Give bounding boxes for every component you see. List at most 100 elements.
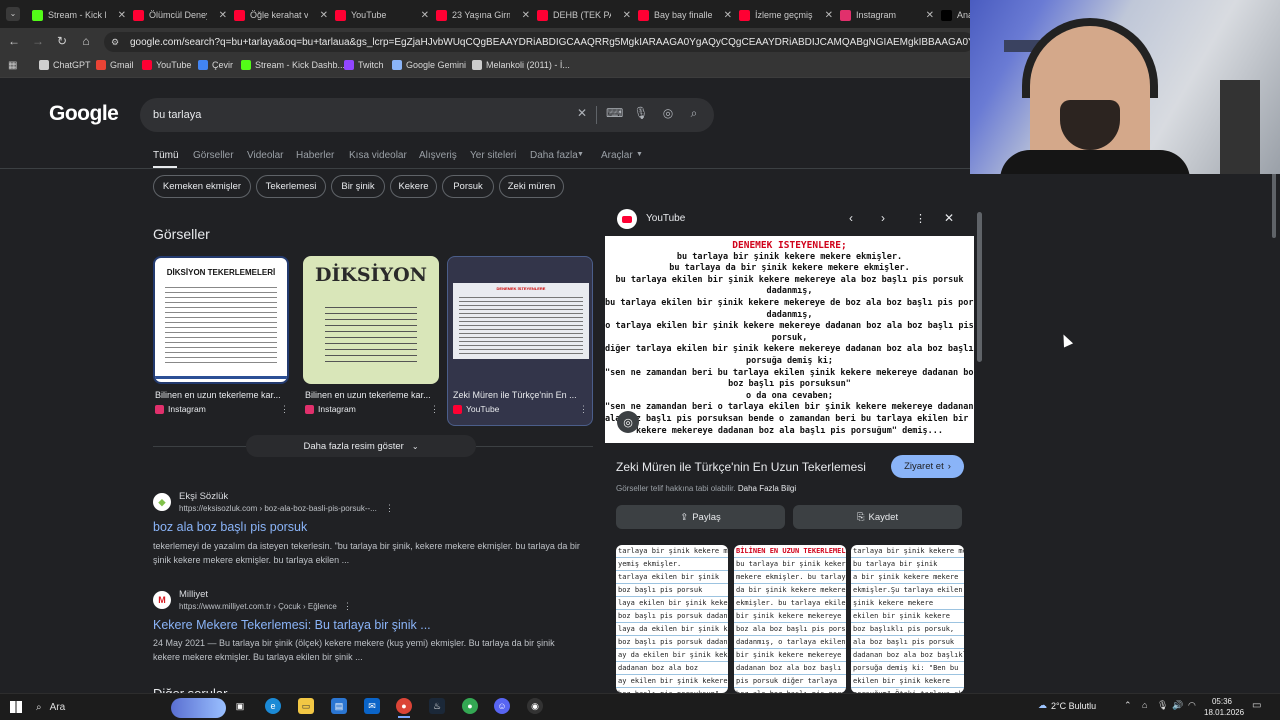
more-options-icon[interactable]: ⋮ xyxy=(579,404,588,415)
save-button[interactable]: ⎘ Kaydet xyxy=(793,505,962,529)
visit-button[interactable]: Ziyaret et › xyxy=(891,455,964,478)
browser-tab[interactable]: DEHB (TEK PA ✕ xyxy=(537,4,633,26)
result-1-site[interactable]: Ekşi Sözlük xyxy=(179,491,228,502)
related-image-3[interactable]: tarlaya bir şinik kekere meke bu tarlaya … xyxy=(851,545,964,693)
chrome-icon[interactable]: ● xyxy=(396,698,412,714)
tab-shopping[interactable]: Alışveriş xyxy=(419,150,457,161)
weather-widget[interactable]: ☁ 2°C Bulutlu xyxy=(1038,700,1096,711)
related-image-2[interactable]: BİLİNEN EN UZUN TEKERLEMELER bu tarlaya b… xyxy=(734,545,846,693)
close-icon[interactable]: ✕ xyxy=(944,211,954,225)
chip-kemeken[interactable]: Kemeken ekmişler xyxy=(153,175,251,198)
close-tab-icon[interactable]: ✕ xyxy=(320,10,328,21)
more-info-link[interactable]: Daha Fazla Bilgi xyxy=(738,484,796,493)
browser-tab[interactable]: Instagram ✕ xyxy=(840,4,936,26)
chip-bir-sinik[interactable]: Bir şinik xyxy=(331,175,385,198)
panel-scrollbar[interactable] xyxy=(977,212,982,362)
site-info-icon[interactable]: ⚙ xyxy=(111,37,119,48)
chip-tekerlemesi[interactable]: Tekerlemesi xyxy=(256,175,326,198)
network-icon[interactable]: ⌂ xyxy=(1142,700,1147,710)
bookmark-item[interactable]: ChatGPT xyxy=(39,60,91,70)
tab-tools[interactable]: Araçlar xyxy=(601,150,633,161)
chip-kekere[interactable]: Kekere xyxy=(390,175,437,198)
image-caption-1[interactable]: Bilinen en uzun tekerleme kar... xyxy=(155,390,283,400)
bookmark-item[interactable]: YouTube xyxy=(142,60,191,70)
more-options-icon[interactable]: ⋮ xyxy=(430,404,439,415)
panel-image[interactable]: DENEMEK İSTEYENLERE; bu tarlaya bir şinik… xyxy=(605,236,974,443)
image-thumb-1[interactable]: DİKSİYON TEKERLEMELERİ xyxy=(153,256,289,384)
previous-icon[interactable]: ‹ xyxy=(849,211,853,225)
more-images-button[interactable]: Daha fazla resim göster ⌄ xyxy=(246,435,476,457)
browser-tab[interactable]: İzleme geçmiş ✕ xyxy=(739,4,835,26)
browser-tab[interactable]: Stream - Kick D ✕ xyxy=(32,4,128,26)
image-caption-3[interactable]: Zeki Müren ile Türkçe'nin En ... xyxy=(453,390,581,400)
browser-tab[interactable]: Bay bay finalle ✕ xyxy=(638,4,734,26)
close-tab-icon[interactable]: ✕ xyxy=(724,10,732,21)
clear-icon[interactable]: ✕ xyxy=(574,106,590,120)
tab-all[interactable]: Tümü xyxy=(153,150,179,161)
reload-icon[interactable]: ↻ xyxy=(54,34,70,48)
result-1-url[interactable]: https://eksisozluk.com › boz-ala-boz-bas… xyxy=(179,504,377,513)
search-box[interactable] xyxy=(140,98,714,132)
tab-images[interactable]: Görseller xyxy=(193,150,234,161)
keyboard-icon[interactable]: ⌨ xyxy=(606,106,623,120)
chip-zeki-muren[interactable]: Zeki müren xyxy=(499,175,564,198)
clock[interactable]: 05:36 18.01.2026 xyxy=(1204,696,1244,718)
bookmark-item[interactable]: Gmail xyxy=(96,60,134,70)
result-2-title[interactable]: Kekere Mekere Tekerlemesi: Bu tarlaya bi… xyxy=(153,618,431,632)
windows-start-icon[interactable] xyxy=(10,701,22,713)
more-options-icon[interactable]: ⋮ xyxy=(385,503,394,514)
taskbar-search[interactable]: ⌕ Ara xyxy=(36,696,226,718)
more-options-icon[interactable]: ⋮ xyxy=(343,601,352,612)
lens-icon[interactable]: ◎ xyxy=(617,411,639,433)
wifi-icon[interactable]: ◠ xyxy=(1188,700,1196,711)
close-tab-icon[interactable]: ✕ xyxy=(219,10,227,21)
panel-title[interactable]: Zeki Müren ile Türkçe'nin En Uzun Tekerl… xyxy=(616,460,866,474)
image-thumb-2[interactable]: DİKSİYON xyxy=(303,256,439,384)
microphone-tray-icon[interactable]: 🎙 xyxy=(1157,700,1168,711)
more-options-icon[interactable]: ⋮ xyxy=(280,404,289,415)
notification-icon[interactable]: ▭ xyxy=(1252,700,1261,711)
discord-icon[interactable]: ☺ xyxy=(494,698,510,714)
tray-chevron-icon[interactable]: ⌃ xyxy=(1124,700,1132,711)
address-bar[interactable]: google.com/search?q=bu+tarlaya&oq=bu+tar… xyxy=(104,32,974,52)
outlook-icon[interactable]: ✉ xyxy=(364,698,380,714)
lens-icon[interactable]: ◎ xyxy=(660,106,676,120)
tab-short-videos[interactable]: Kısa videolar xyxy=(349,150,407,161)
close-tab-icon[interactable]: ✕ xyxy=(825,10,833,21)
next-icon[interactable]: › xyxy=(881,211,885,225)
microphone-icon[interactable]: 🎙 xyxy=(633,106,649,120)
edge-icon[interactable]: e xyxy=(265,698,281,714)
bookmark-item[interactable]: Stream - Kick Dashb... xyxy=(241,60,345,70)
bookmark-item[interactable]: Çevir xyxy=(198,60,233,70)
tab-more[interactable]: Daha fazla xyxy=(530,150,578,161)
tab-search-icon[interactable]: ⌄ xyxy=(6,7,20,21)
home-icon[interactable]: ⌂ xyxy=(78,34,94,48)
google-logo[interactable]: Google xyxy=(49,102,119,126)
panel-source[interactable]: YouTube xyxy=(646,213,685,224)
bookmark-item[interactable]: Twitch xyxy=(344,60,384,70)
tab-news[interactable]: Haberler xyxy=(296,150,334,161)
search-icon[interactable]: ⌕ xyxy=(686,106,702,121)
close-tab-icon[interactable]: ✕ xyxy=(522,10,530,21)
close-tab-icon[interactable]: ✕ xyxy=(623,10,631,21)
chrome-profile-icon[interactable]: ● xyxy=(462,698,478,714)
task-view-icon[interactable]: ▣ xyxy=(232,698,248,714)
bookmark-item[interactable]: Melankoli (2011) - İ... xyxy=(472,60,570,70)
browser-tab[interactable]: Ölümcül Deney ✕ xyxy=(133,4,229,26)
image-thumb-3[interactable]: DENEMEK İSTEYENLERE xyxy=(447,256,593,426)
apps-icon[interactable]: ▦ xyxy=(8,60,17,71)
chip-porsuk[interactable]: Porsuk xyxy=(442,175,494,198)
store-icon[interactable]: ▤ xyxy=(331,698,347,714)
close-tab-icon[interactable]: ✕ xyxy=(926,10,934,21)
share-button[interactable]: ⇪ Paylaş xyxy=(616,505,785,529)
close-tab-icon[interactable]: ✕ xyxy=(421,10,429,21)
tab-places[interactable]: Yer siteleri xyxy=(470,150,516,161)
file-explorer-icon[interactable]: ▭ xyxy=(298,698,314,714)
obs-icon[interactable]: ◉ xyxy=(527,698,543,714)
browser-tab[interactable]: Öğle kerahat v ✕ xyxy=(234,4,330,26)
result-2-url[interactable]: https://www.milliyet.com.tr › Çocuk › Eğ… xyxy=(179,602,337,611)
search-input[interactable]: bu tarlaya xyxy=(153,109,201,121)
back-icon[interactable]: ← xyxy=(6,34,22,48)
related-image-1[interactable]: tarlaya bir şinik kekere meke yemiş ekmiş… xyxy=(616,545,728,693)
close-tab-icon[interactable]: ✕ xyxy=(118,10,126,21)
